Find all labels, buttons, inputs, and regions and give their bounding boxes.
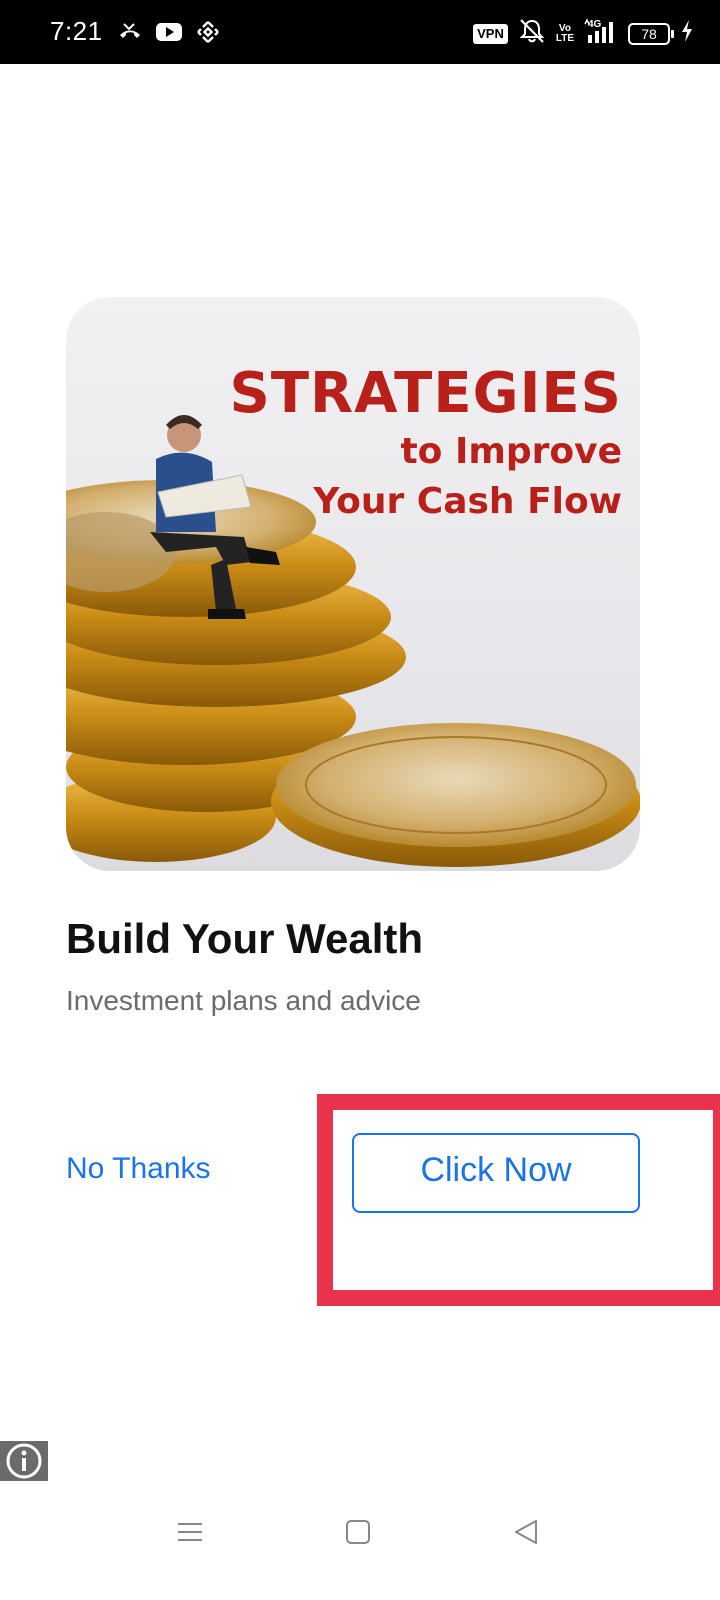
signal-icon: 4G [584, 18, 618, 49]
missed-call-icon [118, 21, 142, 48]
ad-subtitle: Investment plans and advice [66, 985, 421, 1016]
charging-icon [680, 19, 694, 48]
status-bar: 7:21 VPN Vo LTE 4G 78 [0, 0, 720, 64]
ad-headline-line3: Your Cash Flow [313, 481, 622, 522]
system-icons: VPN Vo LTE 4G 78 [473, 18, 694, 49]
battery-icon: 78 [628, 22, 674, 45]
svg-text:4G: 4G [588, 19, 602, 30]
status-time: 7:21 [50, 16, 103, 46]
ad-title: Build Your Wealth [66, 915, 424, 962]
ad-headline: STRATEGIES to Improve Your Cash Flow [230, 361, 622, 527]
menu-icon[interactable] [170, 1512, 210, 1552]
notification-icons [118, 20, 220, 49]
ad-image[interactable]: STRATEGIES to Improve Your Cash Flow [66, 297, 640, 871]
ad-headline-line2: to Improve [400, 431, 622, 472]
navigation-bar [0, 1500, 720, 1600]
info-icon[interactable] [0, 1441, 48, 1481]
mute-icon [518, 18, 546, 49]
binance-icon [196, 20, 220, 49]
click-now-button[interactable]: Click Now [352, 1133, 640, 1213]
no-thanks-button[interactable]: No Thanks [66, 1152, 211, 1186]
youtube-icon [156, 22, 182, 47]
ad-headline-strategies: STRATEGIES [229, 361, 622, 426]
vpn-icon: VPN [473, 23, 508, 44]
home-icon[interactable] [338, 1512, 378, 1552]
volte-icon: Vo LTE [555, 22, 574, 44]
back-icon[interactable] [506, 1512, 546, 1552]
